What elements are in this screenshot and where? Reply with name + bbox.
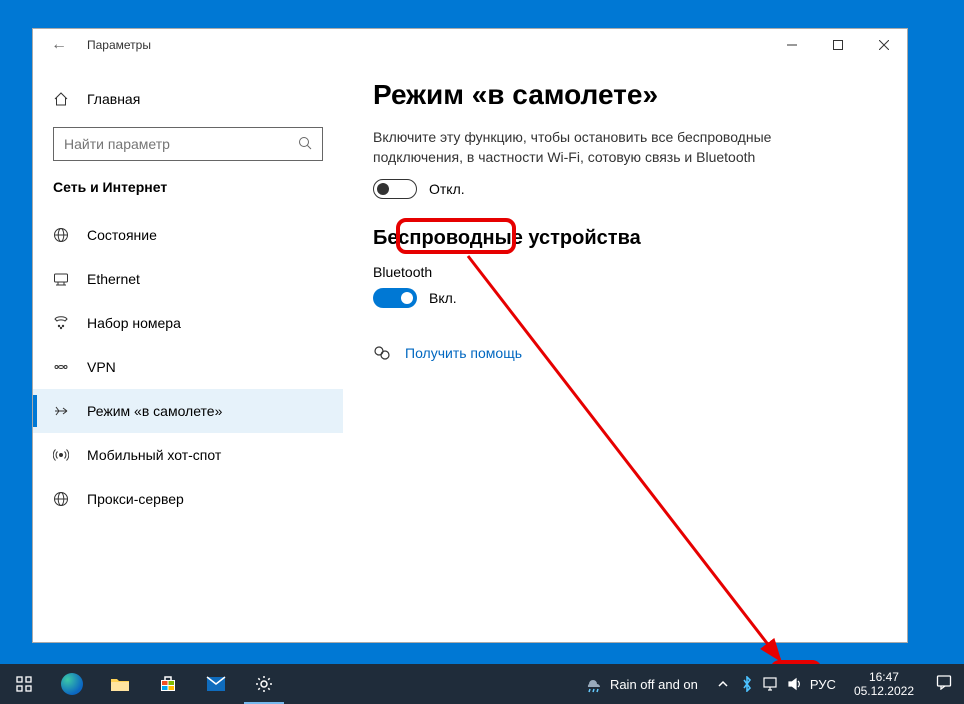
sidebar-item-label: Состояние — [87, 227, 157, 243]
taskbar-settings[interactable] — [240, 664, 288, 704]
tray-chevron[interactable] — [714, 675, 732, 693]
settings-window: ← Параметры Главная Сеть и Интернет Сост — [32, 28, 908, 643]
back-button[interactable]: ← — [51, 36, 67, 54]
page-title: Режим «в самолете» — [373, 79, 877, 111]
taskbar-clock[interactable]: 16:47 05.12.2022 — [844, 670, 924, 698]
dialup-icon — [53, 315, 69, 331]
sidebar-category: Сеть и Интернет — [33, 179, 343, 195]
taskbar-mail[interactable] — [192, 664, 240, 704]
page-description: Включите эту функцию, чтобы остановить в… — [373, 127, 853, 167]
system-tray: РУС — [706, 675, 844, 693]
tray-volume-icon[interactable] — [786, 675, 804, 693]
close-button[interactable] — [861, 29, 907, 61]
ethernet-icon — [53, 271, 69, 287]
help-icon — [373, 344, 391, 362]
bluetooth-toggle-row: Вкл. — [373, 288, 877, 308]
home-icon — [53, 91, 69, 107]
window-title: Параметры — [87, 38, 151, 52]
sidebar-home-label: Главная — [87, 91, 140, 107]
taskbar-notifications[interactable] — [924, 674, 964, 695]
airplane-icon — [53, 403, 69, 419]
search-input[interactable] — [64, 136, 298, 152]
airplane-mode-toggle-row: Откл. — [373, 179, 877, 199]
sidebar: Главная Сеть и Интернет Состояние Ethern… — [33, 61, 343, 642]
sidebar-item-label: VPN — [87, 359, 116, 375]
proxy-icon — [53, 491, 69, 507]
help-link-text: Получить помощь — [405, 345, 522, 361]
folder-icon — [110, 676, 130, 692]
notification-icon — [936, 674, 952, 690]
sidebar-item-label: Прокси-сервер — [87, 491, 184, 507]
tray-bluetooth-icon[interactable] — [738, 675, 756, 693]
airplane-mode-toggle[interactable] — [373, 179, 417, 199]
sidebar-item-airplane-mode[interactable]: Режим «в самолете» — [33, 389, 343, 433]
vpn-icon — [53, 359, 69, 375]
sidebar-item-ethernet[interactable]: Ethernet — [33, 257, 343, 301]
bluetooth-toggle-label: Вкл. — [429, 290, 457, 306]
sidebar-item-proxy[interactable]: Прокси-сервер — [33, 477, 343, 521]
clock-time: 16:47 — [854, 670, 914, 684]
airplane-mode-toggle-label: Откл. — [429, 181, 465, 197]
main-panel: Режим «в самолете» Включите эту функцию,… — [343, 61, 907, 642]
sidebar-item-vpn[interactable]: VPN — [33, 345, 343, 389]
weather-text: Rain off and on — [610, 677, 698, 692]
mail-icon — [206, 676, 226, 692]
taskbar-search[interactable] — [0, 664, 48, 704]
sidebar-home[interactable]: Главная — [33, 79, 343, 119]
sidebar-item-hotspot[interactable]: Мобильный хот-спот — [33, 433, 343, 477]
search-icon — [298, 136, 312, 153]
sidebar-item-status[interactable]: Состояние — [33, 213, 343, 257]
taskbar: Rain off and on РУС 16:47 05.12.2022 — [0, 664, 964, 704]
search-icon — [15, 675, 33, 693]
taskbar-edge[interactable] — [48, 664, 96, 704]
sidebar-item-label: Набор номера — [87, 315, 181, 331]
taskbar-weather[interactable]: Rain off and on — [584, 675, 706, 693]
tray-network-icon[interactable] — [762, 675, 780, 693]
taskbar-explorer[interactable] — [96, 664, 144, 704]
store-icon — [159, 675, 177, 693]
gear-icon — [255, 675, 273, 693]
maximize-button[interactable] — [815, 29, 861, 61]
sidebar-item-dialup[interactable]: Набор номера — [33, 301, 343, 345]
bluetooth-toggle[interactable] — [373, 288, 417, 308]
taskbar-store[interactable] — [144, 664, 192, 704]
sidebar-item-label: Мобильный хот-спот — [87, 447, 221, 463]
get-help-link[interactable]: Получить помощь — [373, 344, 877, 362]
bluetooth-label: Bluetooth — [373, 264, 877, 280]
weather-icon — [584, 675, 604, 693]
tray-language[interactable]: РУС — [810, 677, 836, 692]
clock-date: 05.12.2022 — [854, 684, 914, 698]
globe-net-icon — [53, 227, 69, 243]
minimize-button[interactable] — [769, 29, 815, 61]
wireless-heading: Беспроводные устройства — [373, 227, 877, 250]
sidebar-item-label: Ethernet — [87, 271, 140, 287]
titlebar: ← Параметры — [33, 29, 907, 61]
sidebar-item-label: Режим «в самолете» — [87, 403, 222, 419]
search-box[interactable] — [53, 127, 323, 161]
hotspot-icon — [53, 447, 69, 463]
edge-icon — [61, 673, 83, 695]
